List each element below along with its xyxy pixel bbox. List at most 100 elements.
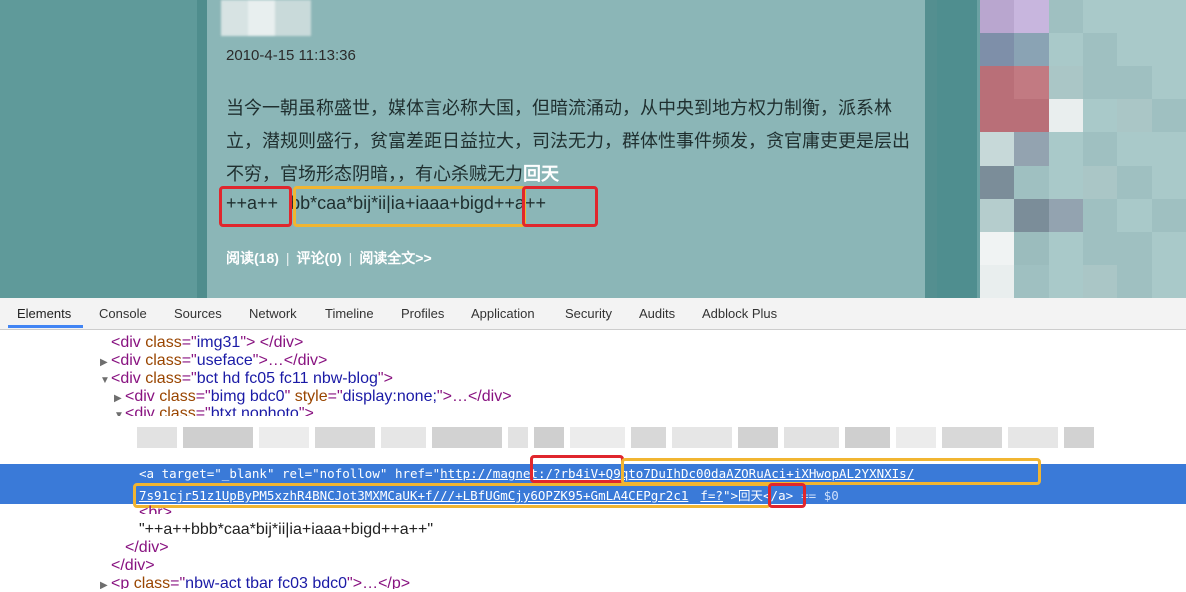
mosaic-tile (1014, 33, 1049, 67)
action-separator: | (285, 250, 290, 266)
action-separator: | (348, 250, 353, 266)
page-left-background (0, 0, 197, 298)
attr-href: href (394, 466, 426, 481)
tab-console[interactable]: Console (99, 306, 147, 321)
collapse-arrow-icon[interactable]: ▼ (100, 375, 111, 386)
blur-block (259, 427, 309, 448)
blur-block (183, 427, 253, 448)
highlight-box-middle (293, 186, 526, 227)
mosaic-tile (1048, 165, 1083, 199)
tab-sources[interactable]: Sources (174, 306, 222, 321)
post-actions: 阅读(18) | 评论(0) | 阅读全文>> (226, 248, 432, 268)
mosaic-tile (1151, 99, 1186, 133)
dom-node-bimg[interactable]: ▶ <div class="bimg bdc0" style="display:n… (114, 388, 512, 406)
attr-eq: =" (195, 388, 211, 405)
highlight-box-payload-2 (133, 483, 771, 508)
collapse-arrow-icon[interactable]: ▼ (114, 410, 125, 416)
tag-close: </div> (125, 539, 169, 556)
attr-eq: =" (170, 575, 186, 589)
highlight-box-suffix (522, 186, 598, 227)
blur-block (784, 427, 839, 448)
mosaic-tile (1082, 99, 1118, 133)
post-body: 当今一朝虽称盛世，媒体言必称大国，但暗流涌动，从中央到地方权力制衡，派系林立，潜… (226, 92, 916, 191)
mosaic-tile (980, 165, 1015, 199)
dom-node-br[interactable]: <br> (139, 504, 172, 514)
expand-arrow-icon[interactable]: ▶ (100, 357, 111, 368)
tag-open: <div (111, 334, 146, 351)
attr-quote: " (284, 388, 295, 405)
mosaic-tile (1082, 33, 1118, 67)
tab-elements[interactable]: Elements (17, 306, 71, 321)
tag-open: <div (125, 388, 160, 405)
post-left-border (197, 0, 207, 298)
tab-profiles[interactable]: Profiles (401, 306, 444, 321)
tab-network[interactable]: Network (249, 306, 297, 321)
mosaic-tile (1082, 165, 1118, 199)
attr-quote: " (379, 466, 395, 481)
blur-block (672, 427, 732, 448)
highlight-box-payload-1 (621, 458, 1041, 485)
mosaic-tile (980, 198, 1015, 232)
attr-target-value: _blank (221, 466, 267, 481)
blur-block (1064, 427, 1094, 448)
tab-security[interactable]: Security (565, 306, 612, 321)
mosaic-tile (1048, 264, 1083, 298)
tab-application[interactable]: Application (471, 306, 535, 321)
tab-audits[interactable]: Audits (639, 306, 675, 321)
mosaic-tile (1048, 66, 1083, 100)
dom-node-useface[interactable]: ▶ <div class="useface">…</div> (100, 352, 327, 370)
mosaic-tile (1082, 0, 1118, 34)
post-body-link[interactable]: 回天 (523, 164, 559, 184)
tag-open: <div (125, 405, 160, 416)
mosaic-tile (1014, 0, 1049, 34)
expand-arrow-icon[interactable]: ▶ (100, 580, 111, 589)
attr-value: nbw-act tbar fc03 bdc0 (185, 575, 348, 589)
attr-quote: " (266, 466, 283, 481)
dom-node-img31[interactable]: <div class="img31"> </div> (111, 334, 303, 352)
blur-block (631, 427, 666, 448)
blur-block (315, 427, 375, 448)
mosaic-tile (1151, 66, 1186, 100)
mosaic-tile (1151, 0, 1186, 34)
comment-count-link[interactable]: 评论(0) (297, 250, 342, 266)
mosaic-tile (980, 264, 1015, 298)
blur-block (381, 427, 426, 448)
attr-rel-value: nofollow (319, 466, 380, 481)
href-scheme[interactable]: http:/ (440, 466, 485, 481)
blur-block (432, 427, 502, 448)
mosaic-tile (1117, 66, 1152, 100)
dom-close-div: </div> (111, 557, 155, 575)
mosaic-tile (1082, 231, 1118, 265)
tab-adblock-plus[interactable]: Adblock Plus (702, 306, 777, 321)
read-full-link[interactable]: 阅读全文>> (359, 250, 431, 266)
mosaic-tile (1082, 198, 1118, 232)
attr-eq: =" (327, 388, 343, 405)
blur-block (534, 427, 564, 448)
attr-value: img31 (196, 334, 241, 351)
mosaic-tile (980, 0, 1015, 34)
expand-arrow-icon[interactable]: ▶ (114, 393, 125, 404)
mosaic-tile (1117, 198, 1152, 232)
tag-close: ">…</div> (252, 352, 328, 369)
page-right-background (937, 0, 977, 298)
attr-target: target (161, 466, 207, 481)
tag-open: <div (111, 370, 146, 387)
mosaic-tile (1014, 264, 1049, 298)
dom-text-node[interactable]: "++a++bbb*caa*bij*ii|ia+iaaa+bigd++a++" (139, 521, 433, 539)
blur-block (570, 427, 625, 448)
dom-node-btxt[interactable]: ▼<div class="btxt nophoto"> (114, 405, 314, 416)
mosaic-tile (1151, 231, 1186, 265)
tab-timeline[interactable]: Timeline (325, 306, 374, 321)
attr-eq: =" (181, 334, 197, 351)
dom-close-div: </div> (125, 539, 169, 557)
read-count-link[interactable]: 阅读(18) (226, 250, 279, 266)
dom-node-nbw-act[interactable]: ▶ <p class="nbw-act tbar fc03 bdc0">…</p> (100, 575, 410, 589)
tag-open: <a (139, 466, 162, 481)
mosaic-tile (1048, 132, 1083, 166)
mosaic-tile (1082, 66, 1118, 100)
attr-value: btxt nophoto (210, 405, 299, 416)
console-ref-marker: == $0 (801, 488, 839, 503)
blog-page: 2010-4-15 11:13:36 当今一朝虽称盛世，媒体言必称大国，但暗流涌… (0, 0, 1186, 298)
dom-node-bct[interactable]: ▼<div class="bct hd fc05 fc11 nbw-blog"> (100, 370, 393, 388)
mosaic-tile (980, 33, 1015, 67)
